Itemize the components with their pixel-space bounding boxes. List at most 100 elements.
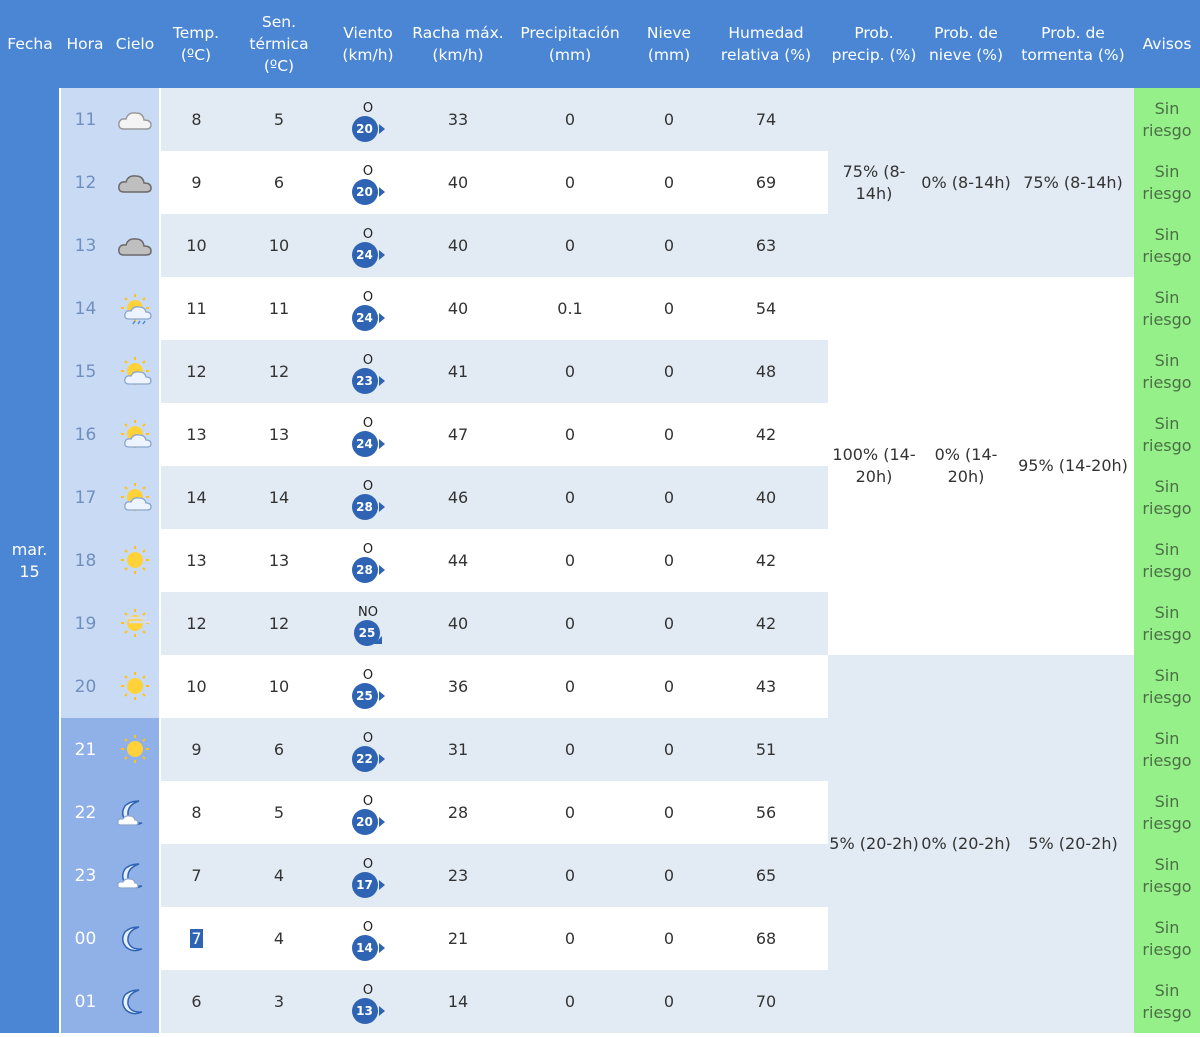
- header-viento: Viento (km/h): [326, 0, 410, 88]
- warning-cell: Sin riesgo: [1134, 214, 1200, 277]
- snow-cell: 0: [634, 340, 704, 403]
- hour-cell: 23: [60, 844, 110, 907]
- forecast-body: mar. 15 11 8 5 O 20 33 0 0 74 75% (8- 14h) 0% (8-14h)…: [0, 88, 1200, 1033]
- precip-cell: 0: [506, 655, 634, 718]
- hour-cell: 00: [60, 907, 110, 970]
- warning-cell: Sin riesgo: [1134, 151, 1200, 214]
- feels-like-cell: 10: [232, 655, 326, 718]
- header-fecha: Fecha: [0, 0, 60, 88]
- wind-arrow-icon: [378, 565, 385, 575]
- sky-cell: [110, 403, 161, 466]
- precip-cell: 0: [506, 88, 634, 151]
- gust-cell: 47: [410, 403, 506, 466]
- prob-snow-cell: 0% (20-2h): [920, 655, 1012, 1033]
- gust-cell: 14: [410, 970, 506, 1033]
- gust-cell: 40: [410, 214, 506, 277]
- wind-direction: O: [362, 857, 374, 872]
- hour-cell: 15: [60, 340, 110, 403]
- sun-icon: [110, 545, 159, 577]
- wind-direction: O: [362, 731, 374, 746]
- temp-cell: 13: [160, 529, 232, 592]
- warning-cell: Sin riesgo: [1134, 277, 1200, 340]
- wind-cell: O 13: [326, 970, 410, 1033]
- gust-cell: 31: [410, 718, 506, 781]
- gust-cell: 28: [410, 781, 506, 844]
- gust-cell: 33: [410, 88, 506, 151]
- sun-cloud-icon: [110, 482, 159, 514]
- wind-arrow-icon: [378, 502, 385, 512]
- forecast-table: Fecha Hora Cielo Temp. (ºC) Sen. térmica (º…: [0, 0, 1200, 1033]
- wind-direction: O: [362, 416, 374, 431]
- sky-cell: [110, 718, 161, 781]
- temp-cell: 7: [160, 844, 232, 907]
- feels-like-cell: 4: [232, 844, 326, 907]
- wind-arrow-icon: [378, 1006, 385, 1016]
- wind-direction: O: [362, 101, 374, 116]
- feels-like-cell: 12: [232, 340, 326, 403]
- temp-cell: 13: [160, 403, 232, 466]
- feels-like-cell: 14: [232, 466, 326, 529]
- snow-cell: 0: [634, 403, 704, 466]
- header-precip: Precipitación (mm): [506, 0, 634, 88]
- wind-direction: O: [362, 353, 374, 368]
- cloud-icon: [110, 104, 159, 136]
- sky-cell: [110, 466, 161, 529]
- warning-cell: Sin riesgo: [1134, 970, 1200, 1033]
- sun-icon: [110, 734, 159, 766]
- temp-cell: 12: [160, 592, 232, 655]
- header-prob-tormenta: Prob. de tormenta (%): [1012, 0, 1134, 88]
- wind-cell: O 28: [326, 466, 410, 529]
- snow-cell: 0: [634, 88, 704, 151]
- feels-like-cell: 13: [232, 403, 326, 466]
- precip-cell: 0: [506, 718, 634, 781]
- snow-cell: 0: [634, 844, 704, 907]
- humidity-cell: 56: [704, 781, 828, 844]
- wind-speed-badge: 23: [351, 368, 378, 394]
- gust-cell: 40: [410, 592, 506, 655]
- temp-cell: 6: [160, 970, 232, 1033]
- sky-cell: [110, 529, 161, 592]
- temp-cell: 11: [160, 277, 232, 340]
- humidity-cell: 42: [704, 403, 828, 466]
- temp-cell: 8: [160, 781, 232, 844]
- feels-like-cell: 6: [232, 718, 326, 781]
- prob-precip-cell: 75% (8- 14h): [828, 88, 920, 277]
- feels-like-cell: 13: [232, 529, 326, 592]
- cloud-dark-icon: [110, 167, 159, 199]
- wind-cell: O 25: [326, 655, 410, 718]
- snow-cell: 0: [634, 529, 704, 592]
- header-racha: Racha máx. (km/h): [410, 0, 506, 88]
- humidity-cell: 68: [704, 907, 828, 970]
- wind-speed-badge: 28: [351, 494, 378, 520]
- wind-direction: O: [362, 227, 374, 242]
- feels-like-cell: 10: [232, 214, 326, 277]
- wind-speed-badge: 24: [351, 431, 378, 457]
- humidity-cell: 42: [704, 592, 828, 655]
- header-humedad: Humedad relativa (%): [704, 0, 828, 88]
- gust-cell: 41: [410, 340, 506, 403]
- prob-snow-cell: 0% (8-14h): [920, 88, 1012, 277]
- wind-speed-badge: 25: [351, 683, 378, 709]
- snow-cell: 0: [634, 718, 704, 781]
- wind-direction: O: [362, 668, 374, 683]
- snow-cell: 0: [634, 970, 704, 1033]
- wind-direction: O: [362, 920, 374, 935]
- wind-arrow-icon: [378, 439, 385, 449]
- wind-speed-badge: 22: [351, 746, 378, 772]
- feels-like-cell: 3: [232, 970, 326, 1033]
- wind-direction: O: [362, 794, 374, 809]
- wind-direction: O: [362, 290, 374, 305]
- header-temp: Temp. (ºC): [160, 0, 232, 88]
- warning-cell: Sin riesgo: [1134, 907, 1200, 970]
- wind-cell: O 28: [326, 529, 410, 592]
- feels-like-cell: 11: [232, 277, 326, 340]
- wind-speed-badge: 13: [351, 998, 378, 1024]
- hour-cell: 19: [60, 592, 110, 655]
- feels-like-cell: 5: [232, 88, 326, 151]
- warning-cell: Sin riesgo: [1134, 718, 1200, 781]
- gust-cell: 40: [410, 151, 506, 214]
- sky-cell: [110, 844, 161, 907]
- wind-cell: O 20: [326, 781, 410, 844]
- precip-cell: 0: [506, 466, 634, 529]
- snow-cell: 0: [634, 781, 704, 844]
